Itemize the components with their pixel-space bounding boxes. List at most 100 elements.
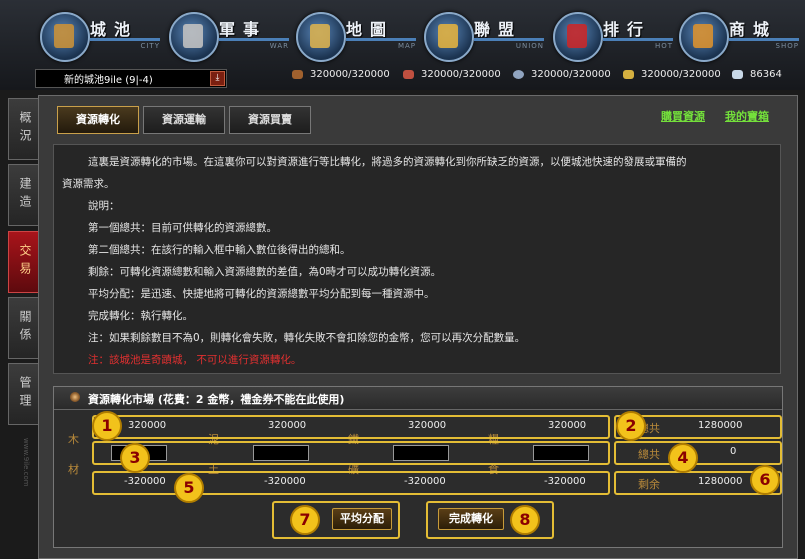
main-panel: 資源轉化 資源運輸 資源買賣 購買資源 我的寶箱 這裏是資源轉化的市場。在這裏你… bbox=[38, 95, 798, 559]
nav-ranking[interactable]: 排行 HOT bbox=[551, 8, 676, 62]
buy-resources-link[interactable]: 購買資源 bbox=[661, 108, 705, 124]
alliance-icon bbox=[424, 12, 474, 62]
iron-icon bbox=[513, 69, 524, 79]
nav-label: 城池 bbox=[90, 20, 139, 39]
diff-iron-value: -320000 bbox=[404, 476, 446, 487]
sidebar-item-overview[interactable]: 概況 bbox=[8, 98, 40, 160]
resource-grain: 320000/320000 bbox=[623, 69, 721, 83]
description-line: 剩餘：可轉化資源總數和輸入資源總數的差值，為0時才可以成功轉化資源。 bbox=[88, 266, 442, 278]
annotation-badge-3: 3 bbox=[120, 443, 150, 473]
current-iron-value: 320000 bbox=[408, 420, 447, 431]
annotation-badge-2: 2 bbox=[616, 411, 646, 441]
sidebar-item-trade[interactable]: 交易 bbox=[8, 231, 40, 293]
my-treasure-box-link[interactable]: 我的寶箱 bbox=[725, 108, 769, 124]
tab-resource-trade[interactable]: 資源買賣 bbox=[229, 106, 311, 134]
input-total-value: 0 bbox=[730, 446, 737, 457]
map-scroll-icon bbox=[296, 12, 346, 62]
sidebar-item-relations[interactable]: 關係 bbox=[8, 297, 40, 359]
resource-iron: 320000/320000 bbox=[513, 69, 611, 83]
nav-map[interactable]: 地圖 MAP bbox=[294, 8, 419, 62]
resource-value: 86364 bbox=[750, 69, 782, 80]
tab-resource-transport[interactable]: 資源運輸 bbox=[143, 106, 225, 134]
market-header: 資源轉化市場 (花費：2 金幣，禮金券不能在此使用) bbox=[54, 387, 782, 410]
description-line: 第一個總共：目前可供轉化的資源總數。 bbox=[88, 222, 277, 234]
tab-resource-convert[interactable]: 資源轉化 bbox=[57, 106, 139, 134]
nav-sublabel: UNION bbox=[474, 38, 544, 53]
nav-label: 軍事 bbox=[219, 20, 268, 39]
remain-label: 剩余 bbox=[638, 478, 660, 491]
resource-value: 320000/320000 bbox=[421, 69, 501, 80]
description-intro-continued: 資源需求。 bbox=[62, 178, 115, 190]
castle-icon bbox=[40, 12, 90, 62]
description-line: 注：如果剩餘數目不為0，則轉化會失敗，轉化失敗不會扣除您的金幣，您可以再次分配數… bbox=[88, 332, 526, 344]
wood-icon bbox=[292, 69, 303, 79]
city-name: 新的城池9ile (9|-4) bbox=[64, 75, 153, 86]
total-value: 1280000 bbox=[698, 420, 743, 431]
label-wood-1: 木 bbox=[68, 433, 79, 446]
nav-union[interactable]: 聯盟 UNION bbox=[422, 8, 547, 62]
market-title: 資源轉化市場 (花費：2 金幣，禮金券不能在此使用) bbox=[88, 393, 345, 406]
treasure-chest-icon bbox=[679, 12, 729, 62]
nav-sublabel: WAR bbox=[219, 38, 289, 53]
annotation-badge-6: 6 bbox=[750, 465, 780, 495]
sidebar-item-build[interactable]: 建造 bbox=[8, 164, 40, 226]
city-selector[interactable]: 新的城池9ile (9|-4) ⤓ bbox=[35, 69, 227, 88]
nav-city[interactable]: 城池 CITY bbox=[38, 8, 163, 62]
current-wood-value: 320000 bbox=[128, 420, 167, 431]
nav-label: 排行 bbox=[603, 20, 652, 39]
diff-food-value: -320000 bbox=[544, 476, 586, 487]
description-line: 第二個總共：在該行的輸入框中輸入數位後得出的總和。 bbox=[88, 244, 351, 256]
resource-value: 320000/320000 bbox=[531, 69, 611, 80]
current-soil-value: 320000 bbox=[268, 420, 307, 431]
average-distribute-button[interactable]: 平均分配 bbox=[332, 508, 392, 530]
description-line: 完成轉化：執行轉化。 bbox=[88, 310, 193, 322]
description-box: 這裏是資源轉化的市場。在這裏你可以對資源進行等比轉化，將過多的資源轉化到你所缺乏… bbox=[53, 144, 781, 374]
resource-value: 320000/320000 bbox=[310, 69, 390, 80]
description-line: 平均分配：是迅速、快捷地將可轉化的資源總數平均分配到每一種資源中。 bbox=[88, 288, 435, 300]
nav-sublabel: HOT bbox=[603, 38, 673, 53]
food-input[interactable] bbox=[533, 445, 589, 461]
nav-sublabel: SHOP bbox=[729, 38, 799, 53]
download-arrow-icon[interactable]: ⤓ bbox=[210, 71, 225, 86]
sword-icon bbox=[169, 12, 219, 62]
bullet-icon bbox=[70, 392, 80, 402]
nav-label: 商城 bbox=[729, 20, 778, 39]
annotation-badge-4: 4 bbox=[668, 443, 698, 473]
warning-text: 注：該城池是奇蹟城， 不可以進行資源轉化。 bbox=[88, 354, 302, 366]
current-food-value: 320000 bbox=[548, 420, 587, 431]
annotation-badge-1: 1 bbox=[92, 411, 122, 441]
nav-sublabel: CITY bbox=[90, 38, 160, 53]
iron-input[interactable] bbox=[393, 445, 449, 461]
diff-soil-value: -320000 bbox=[264, 476, 306, 487]
top-navigation-bar: 城池 CITY 軍事 WAR 地圖 MAP 聯盟 UNION 排行 HOT 商城… bbox=[0, 0, 805, 90]
nav-label: 聯盟 bbox=[474, 20, 523, 39]
conversion-market: 資源轉化市場 (花費：2 金幣，禮金券不能在此使用) 木 材 泥 土 鐵 礦 糧… bbox=[53, 386, 783, 548]
nav-sublabel: MAP bbox=[346, 38, 416, 53]
description-line: 說明： bbox=[88, 200, 120, 212]
remain-value: 1280000 bbox=[698, 476, 743, 487]
label-wood-2: 材 bbox=[68, 463, 79, 476]
nav-label: 地圖 bbox=[346, 20, 395, 39]
nav-war[interactable]: 軍事 WAR bbox=[167, 8, 292, 62]
nav-shop[interactable]: 商城 SHOP bbox=[677, 8, 802, 62]
input-total-label: 總共 bbox=[638, 448, 660, 461]
ranking-banner-icon bbox=[553, 12, 603, 62]
watermark-url: www.9ile.com bbox=[22, 438, 30, 487]
annotation-badge-5: 5 bbox=[174, 473, 204, 503]
side-menu: 概況 建造 交易 關係 管理 www.9ile.com bbox=[8, 98, 40, 557]
gem-icon bbox=[732, 69, 743, 79]
description-intro: 這裏是資源轉化的市場。在這裏你可以對資源進行等比轉化，將過多的資源轉化到你所缺乏… bbox=[88, 156, 687, 168]
resource-wood: 320000/320000 bbox=[292, 69, 390, 83]
sidebar-item-manage[interactable]: 管理 bbox=[8, 363, 40, 425]
annotation-badge-7: 7 bbox=[290, 505, 320, 535]
grain-icon bbox=[623, 69, 634, 79]
resource-value: 320000/320000 bbox=[641, 69, 721, 80]
current-values-row bbox=[92, 415, 610, 439]
soil-input[interactable] bbox=[253, 445, 309, 461]
resource-brick: 320000/320000 bbox=[403, 69, 501, 83]
annotation-badge-8: 8 bbox=[510, 505, 540, 535]
complete-convert-button[interactable]: 完成轉化 bbox=[438, 508, 504, 530]
resource-gem: 86364 bbox=[732, 69, 782, 83]
brick-icon bbox=[403, 69, 414, 79]
difference-row bbox=[92, 471, 610, 495]
